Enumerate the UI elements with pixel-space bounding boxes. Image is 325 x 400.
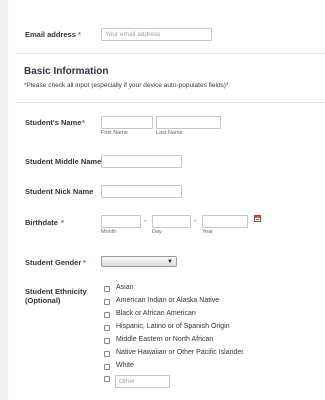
student-name-label: Student's Name [25,118,82,127]
middle-name-label: Student Middle Name [25,157,102,166]
ethnicity-option-label[interactable]: Black or African American [116,310,196,317]
section-title: Basic Information [24,66,109,77]
ethnicity-option-label[interactable]: Middle Eastern or North African [116,336,213,343]
nick-name-field[interactable] [101,185,182,198]
birth-day-field[interactable] [152,215,191,228]
other-checkbox[interactable] [104,376,110,382]
required-asterisk: * [78,30,81,39]
date-separator: - [144,216,147,225]
ethnicity-checkbox[interactable] [104,325,110,331]
ethnicity-option-label[interactable]: American Indian or Alaska Native [116,297,219,304]
ethnicity-option-label[interactable]: Native Hawaiian or Other Pacific Islande… [116,349,244,356]
first-name-field[interactable] [101,116,153,129]
ethnicity-option-label[interactable]: White [116,362,134,369]
date-separator: - [194,216,197,225]
ethnicity-checkbox[interactable] [104,364,110,370]
email-label: Email address [25,30,76,39]
ethnicity-option-label[interactable]: Hispanic, Latino or of Spanish Origin [116,323,230,330]
form-card: Email address * Basic Information *Pleas… [8,0,325,400]
required-asterisk: * [61,218,64,227]
ethnicity-optional-label: (Optional) [25,296,61,305]
birthdate-label: Birthdate [25,218,58,227]
required-asterisk: * [83,258,86,267]
other-ethnicity-field[interactable] [115,375,170,388]
month-sublabel: Month [101,229,117,235]
ethnicity-label: Student Ethnicity [25,287,87,296]
ethnicity-checkbox[interactable] [104,312,110,318]
year-sublabel: Year [202,229,214,235]
last-name-sublabel: Last Name [156,130,183,136]
birth-month-field[interactable] [101,215,141,228]
gender-label: Student Gender [25,258,82,267]
birth-year-field[interactable] [202,215,248,228]
last-name-field[interactable] [156,116,221,129]
first-name-sublabel: First Name [101,130,128,136]
email-field[interactable] [101,28,212,41]
calendar-icon[interactable] [254,215,261,222]
gender-select[interactable]: ▼ [101,256,177,267]
ethnicity-checkbox[interactable] [104,299,110,305]
ethnicity-checkbox[interactable] [104,286,110,292]
divider [16,102,325,103]
dropdown-arrow-icon: ▼ [167,259,173,265]
ethnicity-checkbox[interactable] [104,338,110,344]
ethnicity-option-label[interactable]: Asian [116,284,134,291]
nick-name-label: Student Nick Name [25,187,94,196]
section-note: *Please check all input (especially if y… [24,82,229,89]
day-sublabel: Day [152,229,162,235]
divider [16,53,325,54]
required-asterisk: * [82,118,85,127]
middle-name-field[interactable] [101,155,182,168]
ethnicity-checkbox[interactable] [104,351,110,357]
